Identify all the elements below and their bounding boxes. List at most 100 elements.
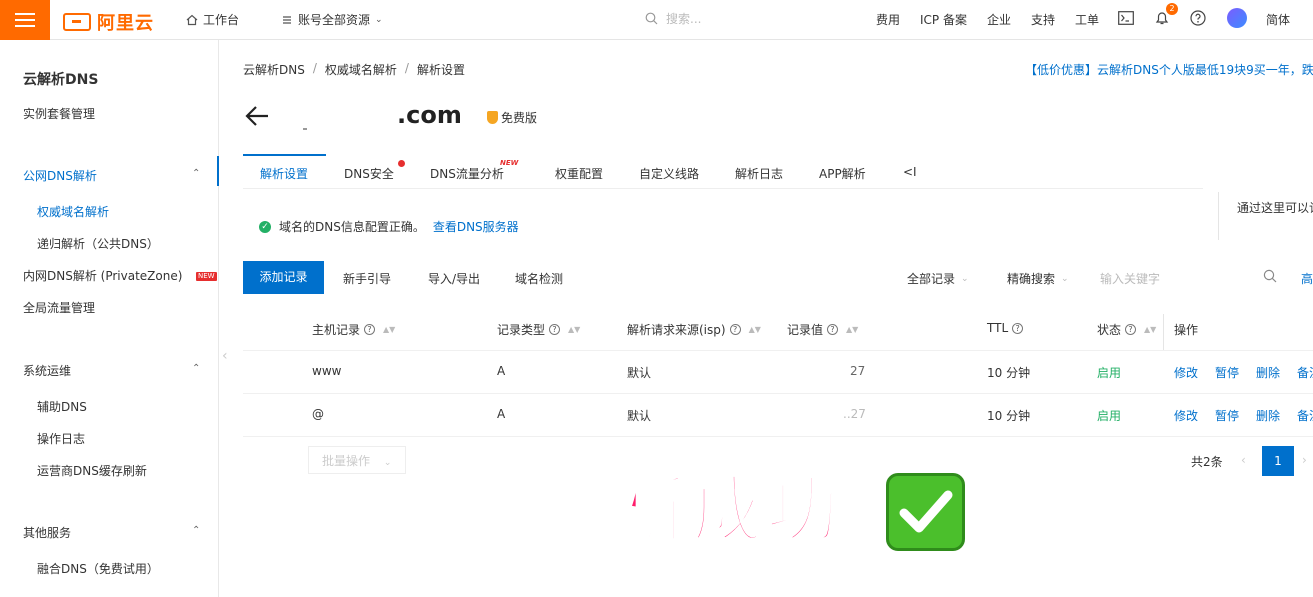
breadcrumb-item[interactable]: 权威域名解析 — [325, 61, 397, 78]
guide-button[interactable]: 新手引导 — [343, 270, 391, 287]
sidebar-item-instance[interactable]: 实例套餐管理 — [23, 105, 95, 122]
edition-label: 免费版 — [501, 111, 538, 125]
sidebar-title: 云解析DNS — [23, 72, 99, 88]
column-header-value[interactable]: 记录值? ▲▼ — [787, 321, 858, 338]
search-mode-select[interactable]: 精确搜索 ⌄ — [1007, 270, 1069, 287]
next-page-icon[interactable]: › — [1302, 453, 1307, 467]
sort-icon[interactable]: ▲▼ — [383, 325, 395, 334]
view-dns-servers-link[interactable]: 查看DNS服务器 — [433, 218, 519, 235]
remark-record-link[interactable]: 备注 — [1297, 407, 1313, 424]
sort-icon[interactable]: ▲▼ — [568, 325, 580, 334]
global-search[interactable]: 搜索... — [645, 10, 701, 27]
sidebar-item-authoritative[interactable]: 权威域名解析 — [37, 203, 109, 220]
sidebar-group-ops[interactable]: 系统运维 — [23, 362, 71, 379]
pause-record-link[interactable]: 暂停 — [1215, 407, 1239, 424]
sidebar-item-op-log[interactable]: 操作日志 — [37, 430, 85, 447]
back-arrow-icon[interactable] — [244, 104, 270, 128]
promo-banner[interactable]: 【低价优惠】云解析DNS个人版最低19块9买一年，跌 — [1025, 61, 1313, 78]
chevron-up-icon[interactable]: ⌃ — [192, 168, 200, 179]
sort-icon[interactable]: ▲▼ — [1144, 325, 1156, 334]
sidebar-item-isp-refresh[interactable]: 运营商DNS缓存刷新 — [37, 462, 147, 479]
column-header-isp[interactable]: 解析请求来源(isp)? ▲▼ — [627, 321, 761, 338]
sidebar-group-public-dns[interactable]: 公网DNS解析 — [23, 167, 97, 184]
avatar[interactable] — [1227, 8, 1247, 28]
sort-icon[interactable]: ▲▼ — [846, 325, 858, 334]
language-switch[interactable]: 简体 — [1266, 11, 1290, 28]
cell-value: ..27 — [843, 407, 866, 421]
tab-bar: 解析设置 DNS安全 DNS流量分析 权重配置 自定义线路 解析日志 APP解析… — [243, 154, 1213, 188]
help-icon[interactable]: ? — [1125, 324, 1137, 335]
collapse-sidebar-icon[interactable]: ‹ — [222, 348, 228, 364]
batch-operation-label: 批量操作 — [322, 454, 371, 468]
breadcrumb-item[interactable]: 云解析DNS — [243, 61, 305, 78]
column-header-status[interactable]: 状态? ▲▼ — [1097, 321, 1156, 338]
icp-link[interactable]: ICP 备案 — [920, 11, 967, 28]
help-icon[interactable]: ? — [364, 324, 376, 335]
edit-record-link[interactable]: 修改 — [1174, 364, 1198, 381]
search-placeholder: 搜索... — [666, 12, 702, 26]
panel-divider — [1218, 192, 1219, 240]
pause-record-link[interactable]: 暂停 — [1215, 364, 1239, 381]
cell-isp: 默认 — [627, 409, 652, 423]
help-icon[interactable]: ? — [1012, 322, 1024, 334]
workbench-link[interactable]: 工作台 — [186, 11, 239, 28]
fees-link[interactable]: 费用 — [876, 11, 900, 28]
shield-icon — [487, 111, 498, 124]
column-header-label: TTL — [987, 321, 1009, 335]
help-icon[interactable]: ? — [549, 324, 561, 335]
tab-more[interactable]: <I — [903, 165, 917, 179]
help-icon[interactable]: ? — [827, 324, 839, 335]
search-icon[interactable] — [1263, 269, 1277, 283]
sidebar-item-gtm[interactable]: 全局流量管理 — [23, 299, 95, 316]
add-record-button[interactable]: 添加记录 — [243, 261, 324, 294]
menu-button[interactable] — [0, 0, 50, 40]
enterprise-link[interactable]: 企业 — [987, 11, 1011, 28]
breadcrumb: 云解析DNS / 权威域名解析 / 解析设置 — [243, 61, 465, 78]
column-header-label: 主机记录 — [312, 323, 361, 337]
edit-record-link[interactable]: 修改 — [1174, 407, 1198, 424]
chevron-up-icon[interactable]: ⌃ — [192, 363, 200, 374]
prev-page-icon[interactable]: ‹ — [1241, 453, 1246, 467]
sidebar-group-other[interactable]: 其他服务 — [23, 524, 71, 541]
help-icon[interactable]: ? — [729, 324, 741, 335]
delete-record-link[interactable]: 删除 — [1256, 364, 1280, 381]
import-export-button[interactable]: 导入/导出 — [428, 270, 480, 287]
remark-record-link[interactable]: 备注 — [1297, 364, 1313, 381]
column-header-type[interactable]: 记录类型? ▲▼ — [497, 321, 580, 338]
tab-weight-config[interactable]: 权重配置 — [555, 165, 603, 182]
help-icon[interactable] — [1190, 10, 1206, 26]
column-header-host[interactable]: 主机记录? ▲▼ — [312, 321, 395, 338]
tab-custom-lines[interactable]: 自定义线路 — [639, 165, 699, 182]
cell-type: A — [497, 407, 506, 421]
chevron-down-icon: ⌄ — [961, 273, 969, 284]
sidebar-item-aux-dns[interactable]: 辅助DNS — [37, 398, 87, 415]
sidebar-item-fusion-dns[interactable]: 融合DNS（免费试用） — [37, 560, 159, 577]
cell-type: A — [497, 364, 506, 378]
terminal-icon[interactable] — [1118, 11, 1134, 25]
keyword-input[interactable]: 输入关键字 — [1100, 270, 1160, 287]
sidebar-item-recursive[interactable]: 递归解析（公共DNS） — [37, 235, 159, 252]
tab-traffic-analysis[interactable]: DNS流量分析 — [430, 165, 504, 182]
column-header-label: 记录值 — [787, 323, 824, 337]
chevron-down-icon: ⌄ — [383, 458, 392, 468]
chevron-up-icon[interactable]: ⌃ — [192, 525, 200, 536]
breadcrumb-separator: / — [312, 61, 317, 75]
resources-dropdown[interactable]: 账号全部资源 ⌄ — [281, 11, 383, 28]
advanced-search-link[interactable]: 高 — [1301, 270, 1313, 287]
page-button-current[interactable]: 1 — [1262, 446, 1294, 476]
ticket-link[interactable]: 工单 — [1075, 11, 1099, 28]
sort-icon[interactable]: ▲▼ — [749, 325, 761, 334]
domain-check-button[interactable]: 域名检测 — [515, 270, 563, 287]
delete-record-link[interactable]: 删除 — [1256, 407, 1280, 424]
tab-resolve-log[interactable]: 解析日志 — [735, 165, 783, 182]
tab-dns-security[interactable]: DNS安全 — [344, 165, 394, 182]
batch-operation-select[interactable]: 批量操作 ⌄ — [308, 446, 406, 474]
tab-resolve-settings[interactable]: 解析设置 — [260, 165, 308, 182]
tab-app-resolve[interactable]: APP解析 — [819, 165, 866, 182]
sidebar-item-private-dns[interactable]: 内网DNS解析 (PrivateZone) — [23, 267, 182, 284]
support-link[interactable]: 支持 — [1031, 11, 1055, 28]
success-caption: 解析成功 — [542, 468, 841, 552]
column-header-label: 解析请求来源(isp) — [627, 323, 726, 337]
aliyun-logo[interactable]: 阿里云 — [63, 9, 154, 35]
record-filter-select[interactable]: 全部记录 ⌄ — [907, 270, 969, 287]
